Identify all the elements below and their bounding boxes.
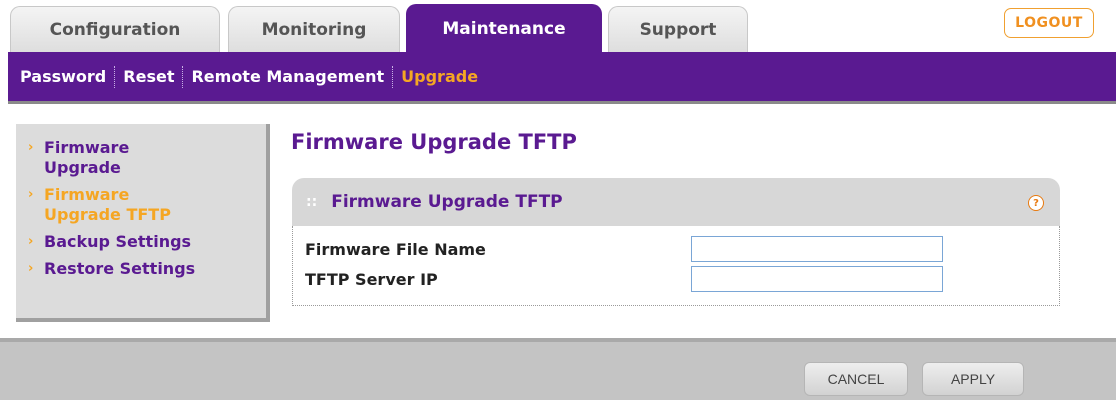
footer-bar: CANCEL APPLY (0, 338, 1116, 400)
menu-item-label: Firmware Upgrade TFTP (44, 185, 171, 224)
chevron-right-icon: › (28, 187, 34, 202)
tab-configuration[interactable]: Configuration (10, 6, 220, 52)
tab-monitoring[interactable]: Monitoring (228, 6, 400, 52)
sub-nav-bar: Password Reset Remote Management Upgrade (8, 52, 1116, 104)
subnav-item-remote-management[interactable]: Remote Management (183, 67, 392, 86)
main-tab-bar: Configuration Monitoring Maintenance Sup… (0, 0, 1116, 52)
menu-item-restore-settings[interactable]: › Restore Settings (28, 259, 266, 279)
page-title: Firmware Upgrade TFTP (291, 130, 577, 154)
help-icon[interactable]: ? (1028, 195, 1044, 211)
menu-item-firmware-upgrade-tftp[interactable]: › Firmware Upgrade TFTP (28, 185, 266, 225)
subnav-item-upgrade[interactable]: Upgrade (393, 67, 486, 86)
panel-header: :: Firmware Upgrade TFTP ? (292, 178, 1060, 226)
form-row: Firmware File Name (293, 234, 1059, 264)
chevron-right-icon: › (28, 261, 34, 276)
subnav-item-reset[interactable]: Reset (115, 67, 182, 86)
menu-item-label: Firmware Upgrade (44, 138, 130, 177)
tftp-server-ip-input[interactable] (691, 266, 943, 292)
menu-item-label: Backup Settings (44, 232, 192, 251)
apply-button[interactable]: APPLY (922, 362, 1024, 396)
subnav-item-password[interactable]: Password (8, 67, 114, 86)
tftp-server-ip-label: TFTP Server IP (305, 269, 438, 289)
menu-item-label: Restore Settings (44, 259, 196, 278)
tab-maintenance[interactable]: Maintenance (406, 4, 602, 52)
menu-item-backup-settings[interactable]: › Backup Settings (28, 232, 266, 252)
chevron-right-icon: › (28, 234, 34, 249)
panel-body: Firmware File Name TFTP Server IP (292, 226, 1060, 306)
form-row: TFTP Server IP (293, 264, 1059, 294)
chevron-right-icon: › (28, 140, 34, 155)
firmware-file-name-input[interactable] (691, 236, 943, 262)
firmware-tftp-panel: :: Firmware Upgrade TFTP ? Firmware File… (292, 178, 1060, 306)
left-menu: › Firmware Upgrade › Firmware Upgrade TF… (16, 124, 270, 322)
cancel-button[interactable]: CANCEL (804, 362, 908, 396)
firmware-file-name-label: Firmware File Name (305, 239, 486, 259)
grip-icon: :: (306, 194, 318, 210)
panel-title: Firmware Upgrade TFTP (331, 192, 563, 212)
menu-item-firmware-upgrade[interactable]: › Firmware Upgrade (28, 138, 266, 178)
tab-support[interactable]: Support (608, 6, 748, 52)
logout-button[interactable]: LOGOUT (1004, 8, 1094, 38)
